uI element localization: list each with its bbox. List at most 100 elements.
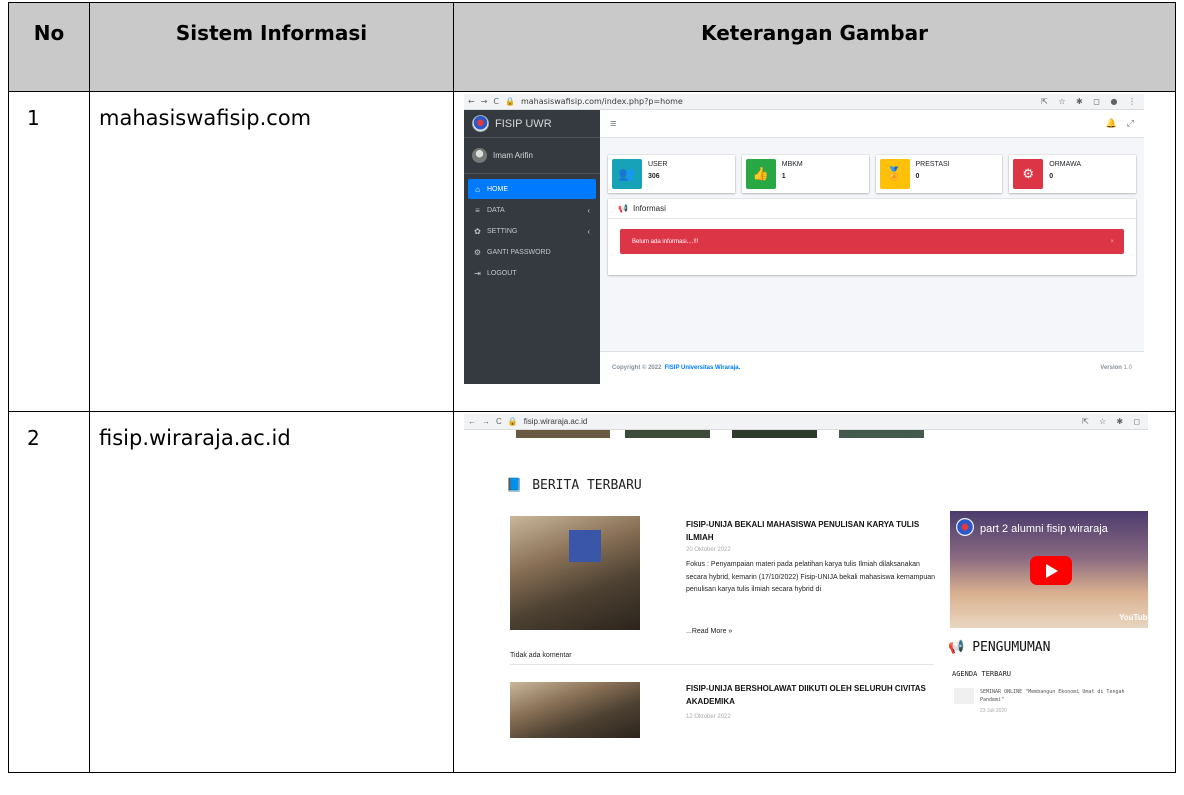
sidebar: FISIP UWR Imam Arifin ⌂ HOME ≡ DATA ‹ ✿ … bbox=[464, 110, 600, 384]
banner-thumb bbox=[839, 430, 924, 438]
screenshot-cell: ← → C 🔒 mahasiswafisip.com/index.php?p=h… bbox=[453, 91, 1176, 412]
footer-link[interactable]: FISIP Universitas Wiraraja. bbox=[664, 365, 740, 371]
browser-bar: ← → C 🔒 fisip.wiraraja.ac.id ⇱ ☆ ✱ ◻ bbox=[464, 414, 1148, 430]
address-bar[interactable]: mahasiswafisip.com/index.php?p=home bbox=[521, 97, 1035, 106]
sitemap-icon: ⚙ bbox=[1013, 159, 1044, 189]
post-title[interactable]: FISIP-UNIJA BERSHOLAWAT DIIKUTI OLEH SEL… bbox=[686, 682, 936, 708]
youtube-video[interactable]: part 2 alumni fisip wiraraja YouTube bbox=[950, 511, 1148, 628]
sidebar-item-label: SETTING bbox=[487, 227, 518, 235]
forward-icon[interactable]: → bbox=[482, 417, 490, 426]
fullscreen-icon[interactable]: ⤢ bbox=[1127, 118, 1134, 129]
address-bar[interactable]: fisip.wiraraja.ac.id bbox=[524, 417, 1076, 426]
document-table: No Sistem Informasi Keterangan Gambar 1 … bbox=[8, 2, 1176, 773]
alert-danger: Belum ada informasi....!!! × bbox=[620, 229, 1124, 254]
user-name: Imam Arifin bbox=[493, 151, 534, 160]
system-name: fisip.wiraraja.ac.id bbox=[89, 411, 454, 773]
back-icon[interactable]: ← bbox=[468, 97, 475, 106]
announcement-title: 📢 PENGUMUMAN bbox=[948, 640, 1051, 655]
thumbs-up-icon: 👍 bbox=[745, 159, 776, 189]
read-more-link[interactable]: ...Read More » bbox=[686, 628, 732, 635]
banner-thumb bbox=[516, 430, 610, 438]
post-title[interactable]: FISIP-UNIJA BEKALI MAHASISWA PENULISAN K… bbox=[686, 518, 936, 544]
row-number: 1 bbox=[8, 91, 90, 412]
chevron-left-icon: ‹ bbox=[587, 205, 590, 215]
card-title: Informasi bbox=[632, 204, 666, 213]
post-date: 12 Oktober 2022 bbox=[686, 714, 731, 720]
list-icon: ≡ bbox=[475, 205, 480, 215]
sidebar-menu: ⌂ HOME ≡ DATA ‹ ✿ SETTING ‹ ⚙ GANTI PASS… bbox=[464, 174, 600, 289]
browser-controls[interactable]: ⇱ ☆ ✱ ◻ ● ⋮ bbox=[1041, 97, 1140, 106]
header-no: No bbox=[8, 2, 90, 92]
info-box-value: 0 bbox=[915, 173, 920, 180]
agenda-thumbnail bbox=[954, 688, 974, 704]
home-icon: ⌂ bbox=[475, 184, 480, 194]
megaphone-icon: 📢 bbox=[618, 204, 628, 213]
card-header: 📢 Informasi bbox=[608, 199, 1136, 219]
gear-icon: ⚙ bbox=[473, 247, 482, 257]
lock-icon: 🔒 bbox=[505, 97, 515, 106]
header-description: Keterangan Gambar bbox=[453, 2, 1176, 92]
main-content: ≡ 🔔 ⤢ 👥 USER 306 👍 MBKM 1 🏅 PRESTASI 0 ⚙… bbox=[600, 110, 1144, 384]
post-excerpt: Fokus : Penyampaian materi pada pelatiha… bbox=[686, 561, 935, 593]
divider bbox=[510, 664, 934, 665]
info-card: 📢 Informasi Belum ada informasi....!!! × bbox=[608, 199, 1136, 275]
brand[interactable]: FISIP UWR bbox=[464, 110, 600, 138]
info-box-value: 1 bbox=[781, 173, 786, 180]
channel-logo bbox=[956, 518, 974, 536]
agenda-date: 23 Juli 2020 bbox=[980, 708, 1007, 714]
user-panel[interactable]: Imam Arifin bbox=[464, 138, 600, 174]
copyright-text: Copyright © 2022 bbox=[612, 365, 662, 371]
screenshot-cell: ← → C 🔒 fisip.wiraraja.ac.id ⇱ ☆ ✱ ◻ 📘 B… bbox=[453, 411, 1176, 773]
book-icon: 📘 bbox=[506, 478, 523, 493]
forward-icon[interactable]: → bbox=[481, 97, 488, 106]
screenshot-fisip-wiraraja: ← → C 🔒 fisip.wiraraja.ac.id ⇱ ☆ ✱ ◻ 📘 B… bbox=[464, 414, 1148, 738]
video-title: part 2 alumni fisip wiraraja bbox=[980, 523, 1108, 535]
agenda-title: AGENDA TERBARU bbox=[952, 670, 1012, 678]
reload-icon[interactable]: C bbox=[496, 417, 502, 426]
sidebar-item-label: LOGOUT bbox=[487, 269, 517, 277]
sidebar-item-logout[interactable]: ⇥ LOGOUT bbox=[468, 263, 596, 283]
footer: Copyright © 2022 FISIP Universitas Wirar… bbox=[600, 351, 1144, 384]
hamburger-icon[interactable]: ≡ bbox=[610, 118, 616, 130]
logout-icon: ⇥ bbox=[474, 268, 481, 278]
sidebar-item-ganti-password[interactable]: ⚙ GANTI PASSWORD bbox=[468, 242, 596, 262]
sidebar-item-label: DATA bbox=[487, 206, 505, 214]
sidebar-item-home[interactable]: ⌂ HOME bbox=[468, 179, 596, 199]
youtube-logo: YouTube bbox=[1118, 613, 1148, 622]
brand-name: FISIP UWR bbox=[495, 117, 552, 130]
post-image[interactable] bbox=[510, 516, 640, 630]
top-navbar: ≡ 🔔 ⤢ bbox=[600, 110, 1144, 138]
info-box-prestasi[interactable]: 🏅 PRESTASI 0 bbox=[875, 155, 1003, 193]
chevron-left-icon: ‹ bbox=[587, 226, 590, 236]
info-box-label: USER bbox=[648, 161, 668, 168]
version-label: Version bbox=[1100, 365, 1122, 371]
reload-icon[interactable]: C bbox=[493, 97, 499, 106]
info-box-user[interactable]: 👥 USER 306 bbox=[608, 155, 735, 193]
sidebar-item-setting[interactable]: ✿ SETTING ‹ bbox=[468, 221, 596, 241]
banner-thumb bbox=[625, 430, 710, 438]
banner-thumb bbox=[732, 430, 817, 438]
comment-count[interactable]: Tidak ada komentar bbox=[510, 652, 572, 659]
info-box-label: PRESTASI bbox=[915, 161, 950, 168]
bell-icon[interactable]: 🔔 bbox=[1106, 118, 1117, 129]
sidebar-item-data[interactable]: ≡ DATA ‹ bbox=[468, 200, 596, 220]
play-button[interactable] bbox=[1030, 556, 1072, 585]
close-icon[interactable]: × bbox=[1110, 239, 1114, 245]
header-system: Sistem Informasi bbox=[89, 2, 454, 92]
browser-bar: ← → C 🔒 mahasiswafisip.com/index.php?p=h… bbox=[464, 94, 1144, 110]
header-row: No Sistem Informasi Keterangan Gambar bbox=[8, 2, 1176, 92]
cogs-icon: ✿ bbox=[474, 226, 481, 236]
browser-controls[interactable]: ⇱ ☆ ✱ ◻ bbox=[1082, 417, 1144, 426]
system-name: mahasiswafisip.com bbox=[89, 91, 454, 412]
table-row: 2 fisip.wiraraja.ac.id ← → C 🔒 fisip.wir… bbox=[8, 411, 1176, 773]
info-box-ormawa[interactable]: ⚙ ORMAWA 0 bbox=[1009, 155, 1136, 193]
agenda-item[interactable]: SEMINAR ONLINE "Membangun Ekonomi Umat d… bbox=[980, 688, 1148, 704]
version: Version 1.0 bbox=[1100, 365, 1132, 371]
post-image[interactable] bbox=[510, 682, 640, 738]
info-box-mbkm[interactable]: 👍 MBKM 1 bbox=[741, 155, 869, 193]
alert-text: Belum ada informasi....!!! bbox=[632, 238, 699, 245]
screenshot-mahasiswafisip: ← → C 🔒 mahasiswafisip.com/index.php?p=h… bbox=[464, 94, 1144, 384]
info-boxes: 👥 USER 306 👍 MBKM 1 🏅 PRESTASI 0 ⚙ ORMAW… bbox=[608, 155, 1136, 193]
version-number: 1.0 bbox=[1123, 365, 1132, 371]
back-icon[interactable]: ← bbox=[468, 417, 476, 426]
